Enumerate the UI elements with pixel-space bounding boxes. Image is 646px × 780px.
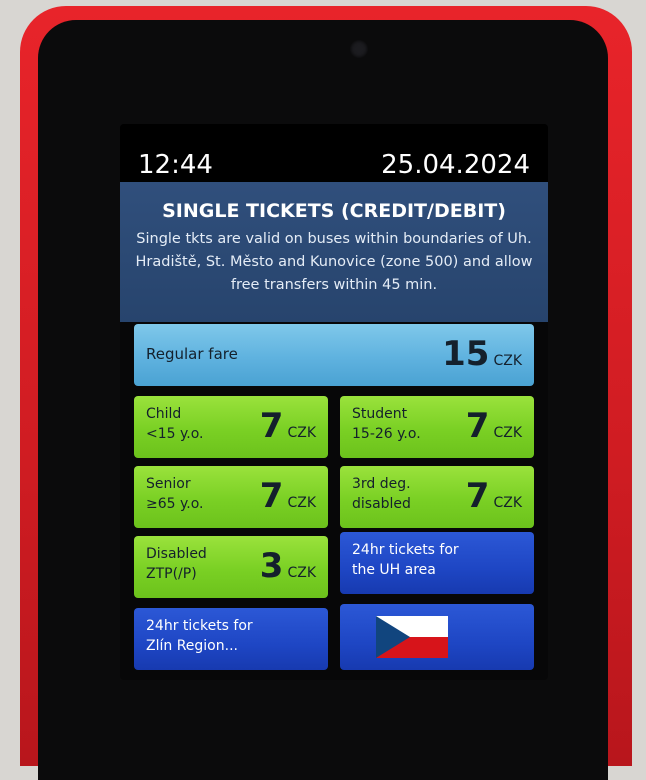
fare-name: Child xyxy=(146,406,182,422)
uh-area-24hr-label: 24hr tickets for the UH area xyxy=(352,540,459,580)
price-value: 7 xyxy=(465,406,490,446)
price-value: 7 xyxy=(259,476,284,516)
fare-age: ≥65 y.o. xyxy=(146,496,204,512)
fare-name: 3rd deg. xyxy=(352,476,411,492)
regular-fare-price: 15 CZK xyxy=(442,334,522,374)
currency-label: CZK xyxy=(287,495,316,511)
price-value: 15 xyxy=(442,334,490,374)
page-title: SINGLE TICKETS (CREDIT/DEBIT) xyxy=(162,200,506,222)
fare-name: Disabled xyxy=(146,546,207,562)
senior-fare-price: 7 CZK xyxy=(260,476,316,516)
ztp-disabled-fare-price: 3 CZK xyxy=(260,546,316,586)
status-date: 25.04.2024 xyxy=(381,150,530,180)
fare-name: Student xyxy=(352,406,408,422)
student-fare-button[interactable]: Student 15-26 y.o. 7 CZK xyxy=(340,396,534,458)
info-header: SINGLE TICKETS (CREDIT/DEBIT) Single tkt… xyxy=(120,182,548,322)
zlin-region-24hr-label: 24hr tickets for Zlín Region... xyxy=(146,616,253,656)
child-fare-button[interactable]: Child <15 y.o. 7 CZK xyxy=(134,396,328,458)
student-fare-label: Student 15-26 y.o. xyxy=(352,404,421,444)
validity-description: Single tkts are valid on buses within bo… xyxy=(135,231,533,293)
link-line-2: the UH area xyxy=(352,562,436,578)
price-value: 7 xyxy=(465,476,490,516)
disabled-3rd-degree-fare-button[interactable]: 3rd deg. disabled 7 CZK xyxy=(340,466,534,528)
link-line-2: Zlín Region... xyxy=(146,638,238,654)
language-czech-button[interactable] xyxy=(340,604,534,670)
fare-age: <15 y.o. xyxy=(146,426,204,442)
status-bar: 12:44 25.04.2024 xyxy=(120,124,548,182)
link-line-1: 24hr tickets for xyxy=(352,542,459,558)
child-fare-label: Child <15 y.o. xyxy=(146,404,204,444)
czech-flag-icon xyxy=(376,616,448,658)
fare-category: ZTP(/P) xyxy=(146,566,197,582)
student-fare-price: 7 CZK xyxy=(466,406,522,446)
currency-label: CZK xyxy=(287,425,316,441)
regular-fare-label: Regular fare xyxy=(146,345,238,363)
disabled-3rd-degree-fare-label: 3rd deg. disabled xyxy=(352,474,411,514)
fare-age: 15-26 y.o. xyxy=(352,426,421,442)
price-value: 7 xyxy=(259,406,284,446)
senior-fare-label: Senior ≥65 y.o. xyxy=(146,474,204,514)
ztp-disabled-fare-button[interactable]: Disabled ZTP(/P) 3 CZK xyxy=(134,536,328,598)
currency-label: CZK xyxy=(493,353,522,369)
touch-screen: 12:44 25.04.2024 SINGLE TICKETS (CREDIT/… xyxy=(120,124,548,680)
currency-label: CZK xyxy=(493,425,522,441)
price-value: 3 xyxy=(259,546,284,586)
currency-label: CZK xyxy=(287,565,316,581)
disabled-3rd-degree-fare-price: 7 CZK xyxy=(466,476,522,516)
uh-area-24hr-tickets-button[interactable]: 24hr tickets for the UH area xyxy=(340,532,534,594)
senior-fare-button[interactable]: Senior ≥65 y.o. 7 CZK xyxy=(134,466,328,528)
child-fare-price: 7 CZK xyxy=(260,406,316,446)
regular-fare-button[interactable]: Regular fare 15 CZK xyxy=(134,324,534,386)
status-time: 12:44 xyxy=(138,150,213,180)
ztp-disabled-fare-label: Disabled ZTP(/P) xyxy=(146,544,207,584)
zlin-region-24hr-tickets-button[interactable]: 24hr tickets for Zlín Region... xyxy=(134,608,328,670)
fare-name: Senior xyxy=(146,476,191,492)
camera-icon xyxy=(350,40,368,58)
link-line-1: 24hr tickets for xyxy=(146,618,253,634)
currency-label: CZK xyxy=(493,495,522,511)
fare-category: disabled xyxy=(352,496,411,512)
